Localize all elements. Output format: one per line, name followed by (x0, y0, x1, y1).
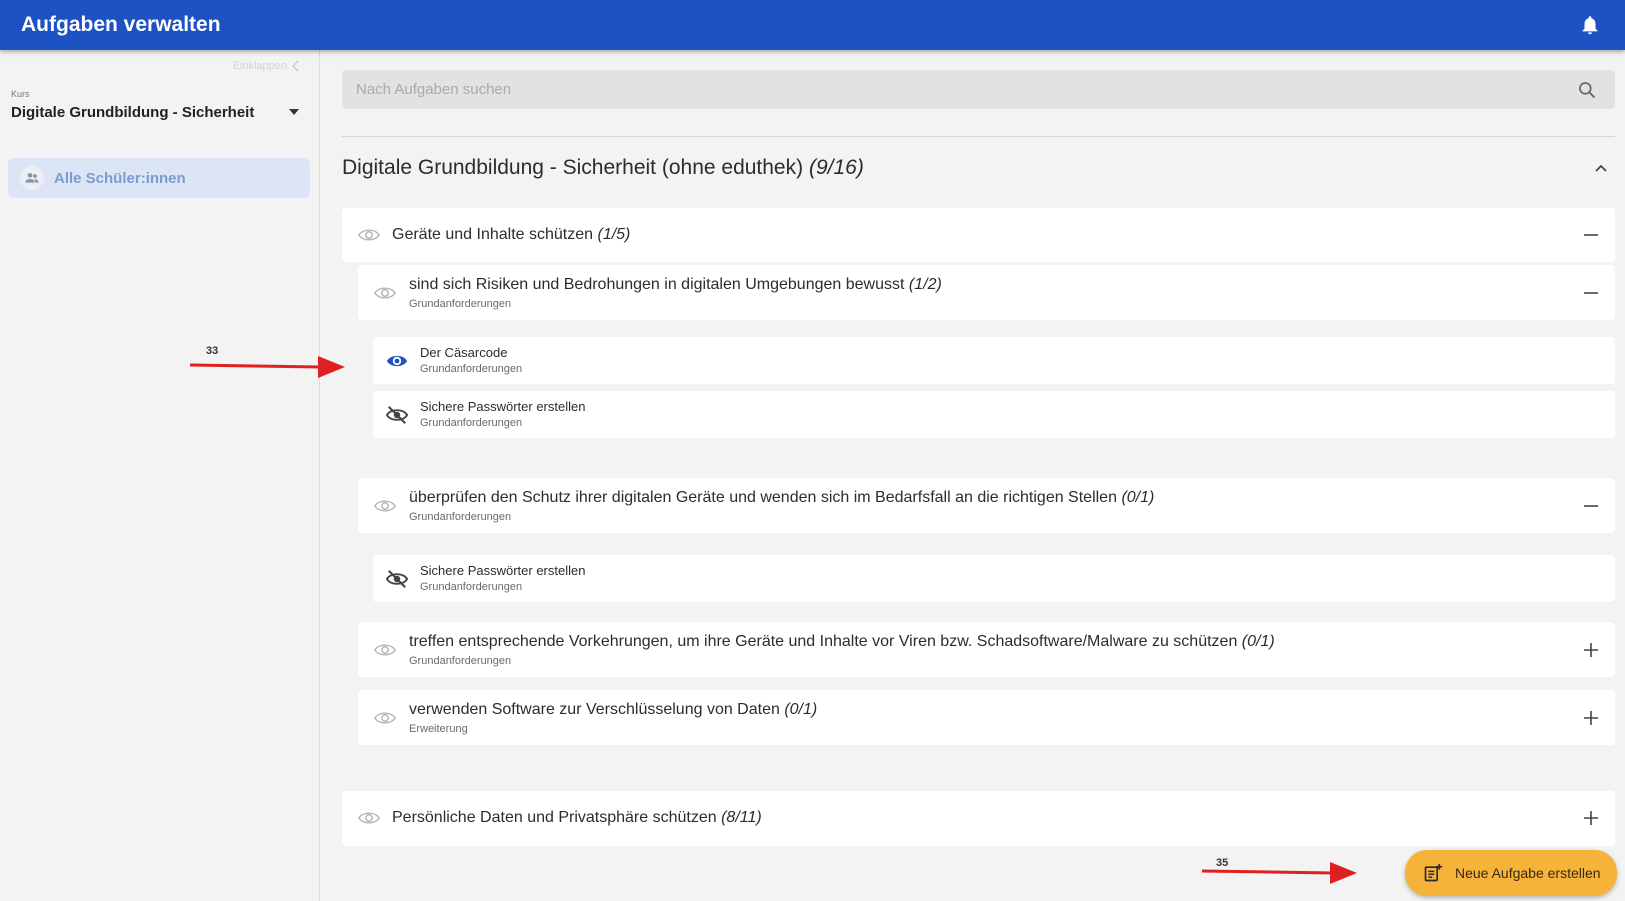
competency-row[interactable]: überprüfen den Schutz ihrer digitalen Ge… (358, 478, 1615, 533)
collapse-minus-icon[interactable] (1583, 227, 1599, 243)
expand-plus-icon[interactable] (1583, 810, 1599, 826)
competency-level: Erweiterung (409, 723, 468, 735)
group-count: (8/11) (721, 809, 762, 826)
task-title: Der Cäsarcode (420, 345, 508, 360)
competency-count: (1/2) (908, 276, 942, 293)
eye-off-icon[interactable] (386, 568, 408, 590)
competency-row[interactable]: sind sich Risiken und Bedrohungen in dig… (358, 265, 1615, 320)
eye-icon[interactable] (374, 707, 396, 729)
eye-icon[interactable] (358, 224, 380, 246)
section-title[interactable]: Digitale Grundbildung - Sicherheit (ohne… (342, 156, 864, 180)
annotation-arrow (190, 356, 345, 378)
chevron-left-icon (291, 60, 299, 72)
competency-title: sind sich Risiken und Bedrohungen in dig… (409, 276, 905, 293)
new-task-label: Neue Aufgabe erstellen (1455, 865, 1601, 881)
sidebar: Einklappen Kurs Digitale Grundbildung - … (0, 50, 320, 901)
eye-icon[interactable] (358, 807, 380, 829)
competency-title: verwenden Software zur Verschlüsselung v… (409, 701, 780, 718)
main-content: Digitale Grundbildung - Sicherheit (ohne… (320, 50, 1625, 901)
page-title: Aufgaben verwalten (21, 13, 221, 36)
competency-level: Grundanforderungen (409, 298, 512, 310)
group-title: Geräte und Inhalte schützen (392, 226, 594, 243)
competency-row[interactable]: treffen entsprechende Vorkehrungen, um i… (358, 622, 1615, 677)
competency-level: Grundanforderungen (409, 655, 512, 667)
group-row[interactable]: Persönliche Daten und Privatsphäre schüt… (342, 791, 1615, 846)
competency-count: (0/1) (1241, 633, 1275, 650)
new-task-button[interactable]: Neue Aufgabe erstellen (1405, 850, 1617, 896)
competency-count: (0/1) (784, 701, 818, 718)
sidebar-item-label: Alle Schüler:innen (54, 169, 186, 187)
task-row[interactable]: Sichere Passwörter erstellen Grundanford… (373, 391, 1615, 438)
task-level: Grundanforderungen (420, 363, 523, 375)
app-header: Aufgaben verwalten (0, 0, 1625, 50)
group-title: Persönliche Daten und Privatsphäre schüt… (392, 809, 717, 826)
eye-icon[interactable] (374, 282, 396, 304)
task-title: Sichere Passwörter erstellen (420, 399, 586, 414)
task-level: Grundanforderungen (420, 417, 523, 429)
expand-plus-icon[interactable] (1583, 710, 1599, 726)
search-input[interactable] (342, 70, 1615, 109)
section-title-text: Digitale Grundbildung - Sicherheit (ohne… (342, 156, 804, 179)
task-level: Grundanforderungen (420, 581, 523, 593)
kurs-select[interactable]: Digitale Grundbildung - Sicherheit (11, 104, 254, 121)
eye-icon[interactable] (374, 639, 396, 661)
expand-plus-icon[interactable] (1583, 642, 1599, 658)
competency-count: (0/1) (1121, 489, 1155, 506)
annotation-arrow (1202, 862, 1357, 884)
eye-visible-icon[interactable] (386, 350, 408, 372)
sidebar-item-alle-schueler[interactable]: Alle Schüler:innen (8, 158, 310, 198)
chevron-up-icon[interactable] (1593, 160, 1609, 176)
collapse-button[interactable]: Einklappen (233, 60, 301, 72)
divider (342, 136, 1615, 137)
note-add-icon (1424, 863, 1443, 882)
kurs-label: Kurs (11, 89, 30, 99)
bell-icon[interactable] (1579, 14, 1601, 36)
competency-title: überprüfen den Schutz ihrer digitalen Ge… (409, 489, 1117, 506)
eye-off-icon[interactable] (386, 404, 408, 426)
collapse-minus-icon[interactable] (1583, 498, 1599, 514)
section-count: (9/16) (808, 156, 864, 179)
eye-icon[interactable] (374, 495, 396, 517)
search-icon[interactable] (1577, 80, 1597, 100)
search-bar (342, 70, 1615, 109)
collapse-minus-icon[interactable] (1583, 285, 1599, 301)
task-title: Sichere Passwörter erstellen (420, 563, 586, 578)
dropdown-caret-icon[interactable] (287, 105, 301, 119)
group-row[interactable]: Geräte und Inhalte schützen (1/5) (342, 208, 1615, 262)
competency-title: treffen entsprechende Vorkehrungen, um i… (409, 633, 1238, 650)
competency-row[interactable]: verwenden Software zur Verschlüsselung v… (358, 690, 1615, 745)
group-icon (20, 166, 44, 190)
task-row[interactable]: Sichere Passwörter erstellen Grundanford… (373, 555, 1615, 602)
collapse-label: Einklappen (232, 60, 287, 72)
group-count: (1/5) (597, 226, 631, 243)
competency-level: Grundanforderungen (409, 511, 512, 523)
task-row[interactable]: Der Cäsarcode Grundanforderungen (373, 337, 1615, 384)
